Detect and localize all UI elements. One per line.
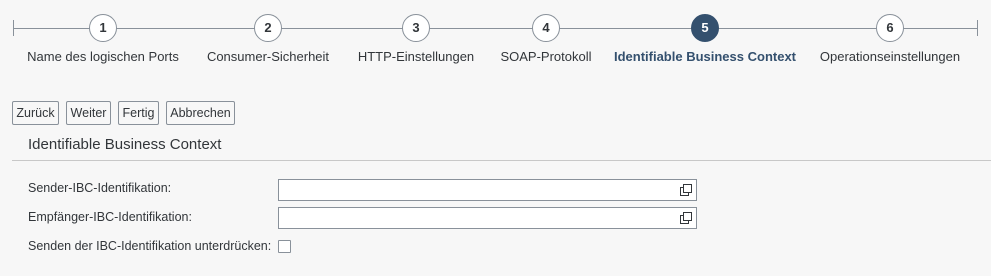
wizard-step-6[interactable]: 6 Operationseinstellungen — [790, 14, 990, 64]
step-number[interactable]: 6 — [876, 14, 904, 42]
sender-ibc-label: Sender-IBC-Identifikation: — [28, 181, 172, 195]
step-number[interactable]: 5 — [691, 14, 719, 42]
step-number[interactable]: 4 — [532, 14, 560, 42]
value-help-icon[interactable] — [680, 184, 692, 196]
receiver-ibc-input[interactable] — [278, 207, 697, 229]
wizard-roadmap: 1 Name des logischen Ports 2 Consumer-Si… — [0, 0, 991, 90]
value-help-icon[interactable] — [680, 212, 692, 224]
step-label[interactable]: Identifiable Business Context — [605, 49, 805, 64]
step-number[interactable]: 2 — [254, 14, 282, 42]
next-button[interactable]: Weiter — [66, 101, 111, 125]
step-label[interactable]: Operationseinstellungen — [790, 49, 990, 64]
wizard-step-5[interactable]: 5 Identifiable Business Context — [605, 14, 805, 64]
finish-button[interactable]: Fertig — [118, 101, 159, 125]
back-button[interactable]: Zurück — [12, 101, 59, 125]
step-number[interactable]: 3 — [402, 14, 430, 42]
suppress-ibc-label: Senden der IBC-Identifikation unterdrück… — [28, 239, 272, 253]
section-divider — [12, 160, 991, 161]
sender-ibc-input[interactable] — [278, 179, 697, 201]
section-title: Identifiable Business Context — [28, 136, 222, 153]
cancel-button[interactable]: Abbrechen — [166, 101, 235, 125]
suppress-ibc-checkbox[interactable] — [278, 240, 291, 253]
receiver-ibc-label: Empfänger-IBC-Identifikation: — [28, 210, 192, 224]
step-number[interactable]: 1 — [89, 14, 117, 42]
